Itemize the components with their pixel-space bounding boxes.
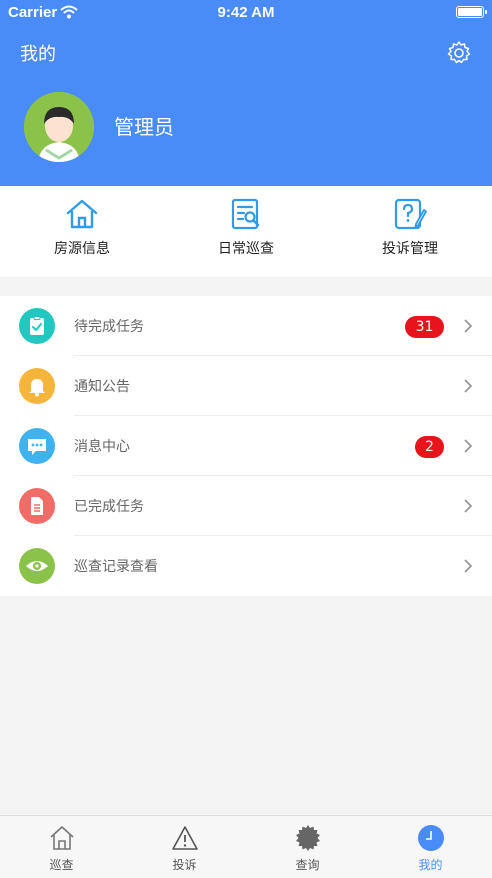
eye-icon bbox=[19, 548, 55, 584]
warning-icon bbox=[171, 826, 198, 850]
chat-bubble-icon bbox=[19, 428, 55, 464]
tab-patrol[interactable]: 巡查 bbox=[0, 816, 123, 878]
tab-complaint[interactable]: 投诉 bbox=[123, 816, 246, 878]
chevron-right-icon bbox=[464, 379, 473, 393]
tile-complaint-management[interactable]: 投诉管理 bbox=[328, 186, 492, 277]
menu-item-notices[interactable]: 通知公告 bbox=[0, 356, 492, 416]
tab-label: 我的 bbox=[418, 858, 443, 872]
avatar[interactable] bbox=[24, 92, 94, 162]
house-icon bbox=[66, 199, 98, 229]
tile-property-info[interactable]: 房源信息 bbox=[0, 186, 164, 277]
tile-daily-inspection[interactable]: 日常巡查 bbox=[164, 186, 328, 277]
clock-icon bbox=[417, 825, 444, 851]
chevron-right-icon bbox=[464, 439, 473, 453]
inspection-document-icon bbox=[231, 198, 260, 230]
clipboard-check-icon bbox=[19, 308, 55, 344]
menu-item-message-center[interactable]: 消息中心 2 bbox=[0, 416, 492, 476]
count-badge: 2 bbox=[415, 436, 444, 458]
tile-label: 日常巡查 bbox=[218, 241, 274, 257]
menu-item-inspection-records[interactable]: 巡查记录查看 bbox=[0, 536, 492, 596]
chevron-right-icon bbox=[464, 499, 473, 513]
bottom-tab-bar: 巡查 投诉 查询 我的 bbox=[0, 815, 492, 878]
user-name: 管理员 bbox=[114, 115, 174, 139]
menu-item-label: 待完成任务 bbox=[74, 319, 144, 335]
gear-badge-icon bbox=[295, 825, 320, 851]
menu-item-label: 消息中心 bbox=[74, 439, 130, 455]
count-badge: 31 bbox=[405, 316, 444, 338]
status-bar: Carrier 9:42 AM bbox=[0, 0, 492, 26]
menu-item-label: 通知公告 bbox=[74, 379, 130, 395]
menu-item-label: 已完成任务 bbox=[74, 499, 144, 515]
tab-query[interactable]: 查询 bbox=[246, 816, 369, 878]
tile-label: 投诉管理 bbox=[382, 241, 438, 257]
tab-mine[interactable]: 我的 bbox=[369, 816, 492, 878]
complaint-edit-icon bbox=[394, 198, 427, 230]
home-icon bbox=[49, 826, 74, 850]
profile-header: Carrier 9:42 AM 我的 管理员 bbox=[0, 0, 492, 186]
settings-gear-icon[interactable] bbox=[446, 40, 472, 66]
avatar-person-icon bbox=[24, 92, 94, 162]
document-icon bbox=[19, 488, 55, 524]
menu-item-completed-tasks[interactable]: 已完成任务 bbox=[0, 476, 492, 536]
menu-item-label: 巡查记录查看 bbox=[74, 559, 158, 575]
tab-label: 查询 bbox=[295, 858, 320, 872]
bell-icon bbox=[19, 368, 55, 404]
page-title: 我的 bbox=[20, 44, 56, 65]
tab-label: 投诉 bbox=[172, 858, 197, 872]
tile-label: 房源信息 bbox=[54, 241, 110, 257]
chevron-right-icon bbox=[464, 319, 473, 333]
quick-actions: 房源信息 日常巡查 投诉管理 bbox=[0, 186, 492, 277]
menu-item-pending-tasks[interactable]: 待完成任务 31 bbox=[0, 296, 492, 356]
battery-icon bbox=[456, 6, 487, 18]
chevron-right-icon bbox=[464, 559, 473, 573]
menu-list: 待完成任务 31 通知公告 消息中心 2 已完成任务 巡查记录查看 bbox=[0, 296, 492, 596]
clock-time: 9:42 AM bbox=[217, 4, 275, 21]
tab-label: 巡查 bbox=[49, 858, 74, 872]
